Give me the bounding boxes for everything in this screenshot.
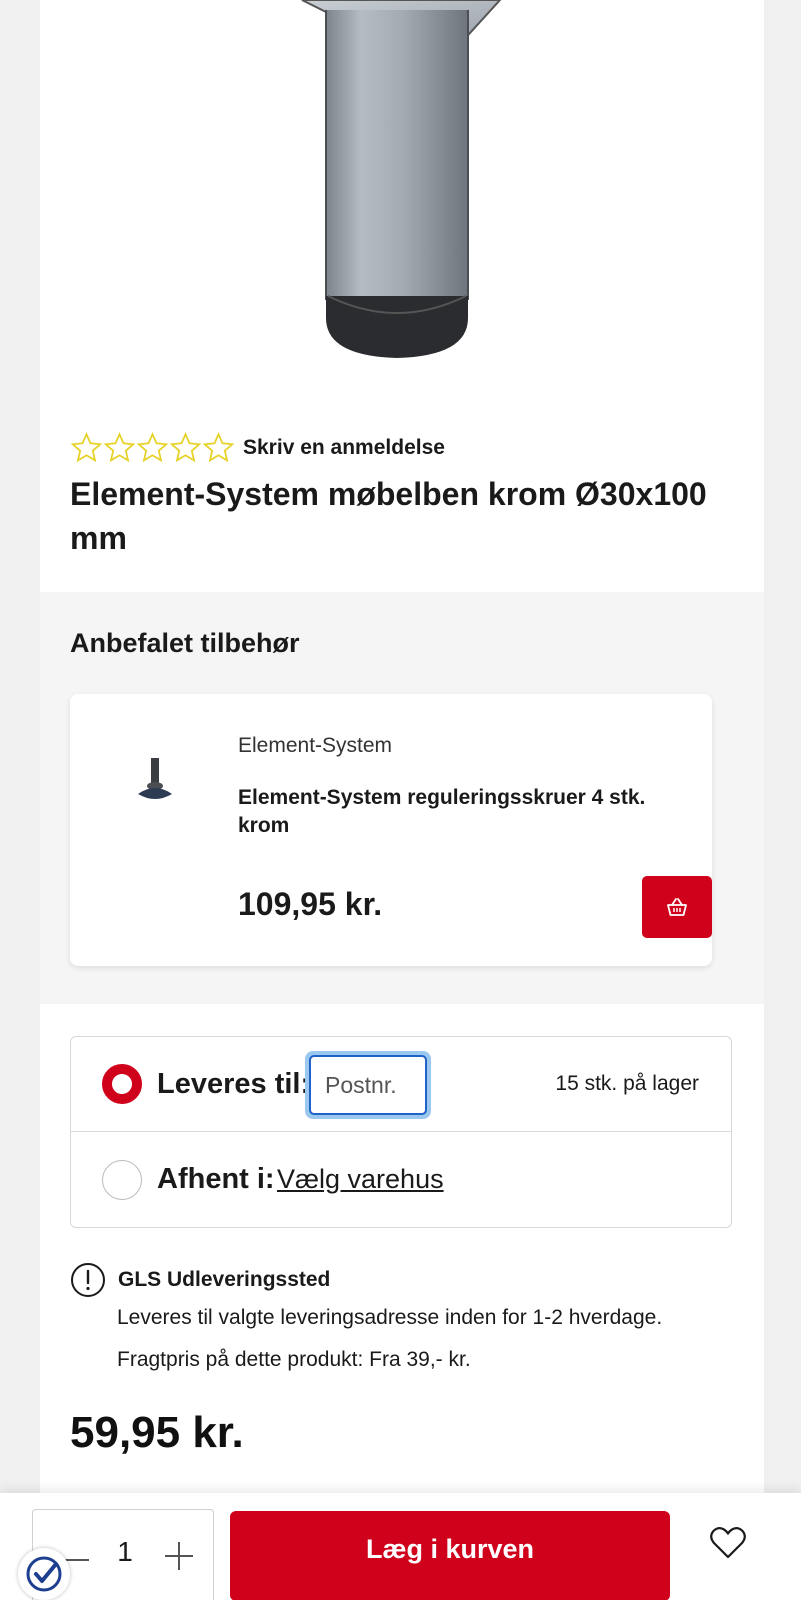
star-icon: [136, 432, 169, 463]
plus-icon[interactable]: [161, 1538, 197, 1574]
shipping-freight-price: Fragtpris på dette produkt: Fra 39,- kr.: [117, 1348, 471, 1371]
accessory-name[interactable]: Element-System reguleringsskruer 4 stk. …: [238, 784, 678, 840]
trust-checkmark-icon: [26, 1556, 62, 1592]
rating-row: Skriv en anmeldelse: [70, 428, 445, 468]
shipping-info-header: GLS Udleveringssted: [70, 1262, 330, 1298]
accessory-add-to-cart-button[interactable]: [642, 876, 712, 938]
shipping-title: GLS Udleveringssted: [118, 1268, 331, 1291]
accessory-price: 109,95 kr.: [238, 886, 383, 922]
accessory-card[interactable]: Element-System Element-System regulering…: [70, 694, 712, 966]
basket-icon: [667, 898, 687, 916]
postnr-input[interactable]: [309, 1055, 427, 1115]
star-icon: [103, 432, 136, 463]
postnr-focus-ring: [305, 1051, 431, 1119]
delivery-option-deliver[interactable]: Leveres til: 15 stk. på lager: [71, 1037, 731, 1132]
delivery-options: Leveres til: 15 stk. på lager Afhent i: …: [70, 1036, 732, 1228]
star-icon: [70, 432, 103, 463]
heart-icon[interactable]: [708, 1523, 748, 1563]
deliver-radio[interactable]: [102, 1064, 142, 1104]
write-review-link[interactable]: Skriv en anmeldelse: [243, 436, 445, 460]
recommended-accessories: Anbefalet tilbehør Element-System Elemen…: [40, 592, 764, 1004]
shipping-delivery-time: Leveres til valgte leveringsadresse inde…: [117, 1306, 663, 1329]
product-page: Skriv en anmeldelse Element-System møbel…: [40, 0, 764, 1600]
add-to-cart-button[interactable]: Læg i kurven: [230, 1511, 670, 1600]
rating-stars: [70, 430, 235, 466]
product-price: 59,95 kr.: [70, 1408, 244, 1457]
star-icon: [169, 432, 202, 463]
sticky-cart-bar: 1 Læg i kurven: [0, 1493, 801, 1600]
product-image: [40, 0, 764, 400]
choose-store-link[interactable]: Vælg varehus: [277, 1164, 444, 1195]
stock-status: 15 stk. på lager: [555, 1072, 699, 1095]
star-icon: [202, 432, 235, 463]
delivery-option-pickup[interactable]: Afhent i: Vælg varehus: [71, 1132, 731, 1227]
accessories-heading: Anbefalet tilbehør: [70, 628, 300, 658]
quantity-value[interactable]: 1: [113, 1536, 137, 1568]
pickup-label: Afhent i:: [157, 1163, 275, 1195]
deliver-label: Leveres til:: [157, 1067, 311, 1100]
pickup-radio[interactable]: [102, 1159, 142, 1200]
accessory-thumbnail: [138, 758, 172, 799]
accessory-brand: Element-System: [238, 734, 393, 757]
info-icon: [71, 1263, 105, 1297]
product-title: Element-System møbelben krom Ø30x100 mm: [70, 476, 707, 556]
furniture-leg-image: [301, 0, 502, 358]
checkmark-badge-icon[interactable]: [18, 1548, 70, 1600]
